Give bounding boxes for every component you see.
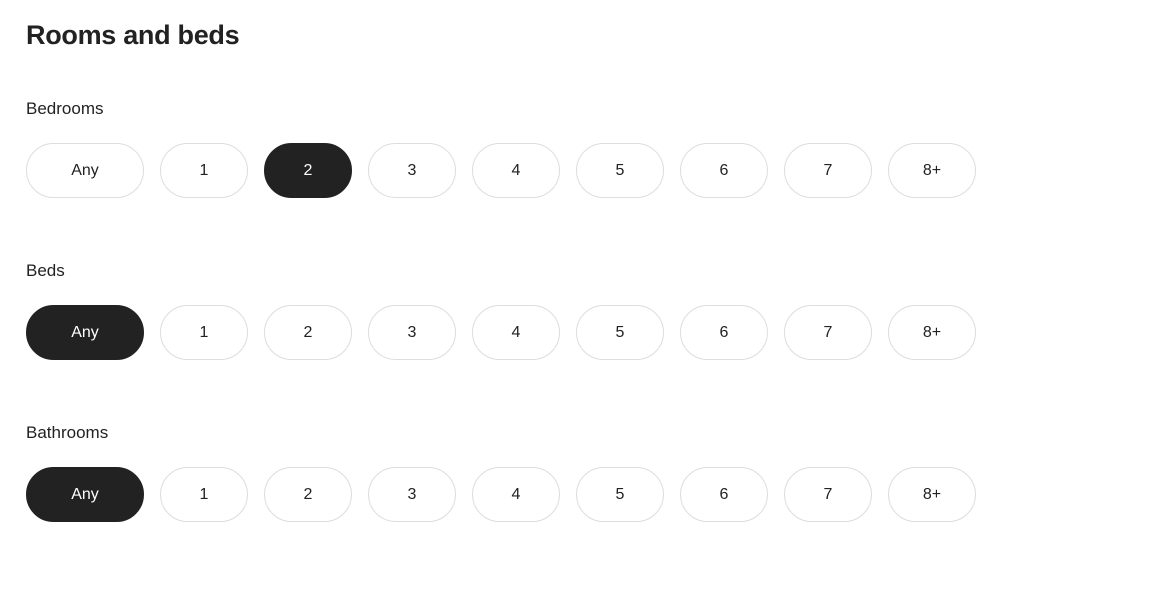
beds-option-1[interactable]: 1 bbox=[160, 305, 248, 360]
beds-option-row: Any 1 2 3 4 5 6 7 8+ bbox=[26, 305, 1126, 360]
bedrooms-option-1[interactable]: 1 bbox=[160, 143, 248, 198]
section-label-bedrooms: Bedrooms bbox=[26, 99, 104, 118]
section-beds: Beds Any 1 2 3 4 5 6 7 8+ bbox=[26, 260, 1126, 360]
bathrooms-option-7[interactable]: 7 bbox=[784, 467, 872, 522]
beds-option-7[interactable]: 7 bbox=[784, 305, 872, 360]
bedrooms-option-8plus[interactable]: 8+ bbox=[888, 143, 976, 198]
bedrooms-option-2[interactable]: 2 bbox=[264, 143, 352, 198]
bathrooms-option-6[interactable]: 6 bbox=[680, 467, 768, 522]
bathrooms-option-8plus[interactable]: 8+ bbox=[888, 467, 976, 522]
bathrooms-option-row: Any 1 2 3 4 5 6 7 8+ bbox=[26, 467, 1126, 522]
bathrooms-option-4[interactable]: 4 bbox=[472, 467, 560, 522]
rooms-and-beds-panel: Rooms and beds Bedrooms Any 1 2 3 4 5 6 7 8+ Bed… bbox=[0, 0, 1152, 604]
bedrooms-option-5[interactable]: 5 bbox=[576, 143, 664, 198]
bedrooms-option-3[interactable]: 3 bbox=[368, 143, 456, 198]
beds-option-8plus[interactable]: 8+ bbox=[888, 305, 976, 360]
bedrooms-option-4[interactable]: 4 bbox=[472, 143, 560, 198]
bedrooms-option-any[interactable]: Any bbox=[26, 143, 144, 198]
bedrooms-option-7[interactable]: 7 bbox=[784, 143, 872, 198]
beds-option-5[interactable]: 5 bbox=[576, 305, 664, 360]
bathrooms-option-5[interactable]: 5 bbox=[576, 467, 664, 522]
section-bedrooms: Bedrooms Any 1 2 3 4 5 6 7 8+ bbox=[26, 98, 1126, 198]
bathrooms-option-1[interactable]: 1 bbox=[160, 467, 248, 522]
bedrooms-option-6[interactable]: 6 bbox=[680, 143, 768, 198]
bathrooms-option-3[interactable]: 3 bbox=[368, 467, 456, 522]
bathrooms-option-2[interactable]: 2 bbox=[264, 467, 352, 522]
bathrooms-option-any[interactable]: Any bbox=[26, 467, 144, 522]
beds-option-6[interactable]: 6 bbox=[680, 305, 768, 360]
section-label-beds: Beds bbox=[26, 261, 65, 280]
section-bathrooms: Bathrooms Any 1 2 3 4 5 6 7 8+ bbox=[26, 422, 1126, 522]
page-title: Rooms and beds bbox=[26, 20, 240, 50]
beds-option-3[interactable]: 3 bbox=[368, 305, 456, 360]
beds-option-4[interactable]: 4 bbox=[472, 305, 560, 360]
beds-option-2[interactable]: 2 bbox=[264, 305, 352, 360]
bedrooms-option-row: Any 1 2 3 4 5 6 7 8+ bbox=[26, 143, 1126, 198]
section-label-bathrooms: Bathrooms bbox=[26, 423, 109, 442]
beds-option-any[interactable]: Any bbox=[26, 305, 144, 360]
